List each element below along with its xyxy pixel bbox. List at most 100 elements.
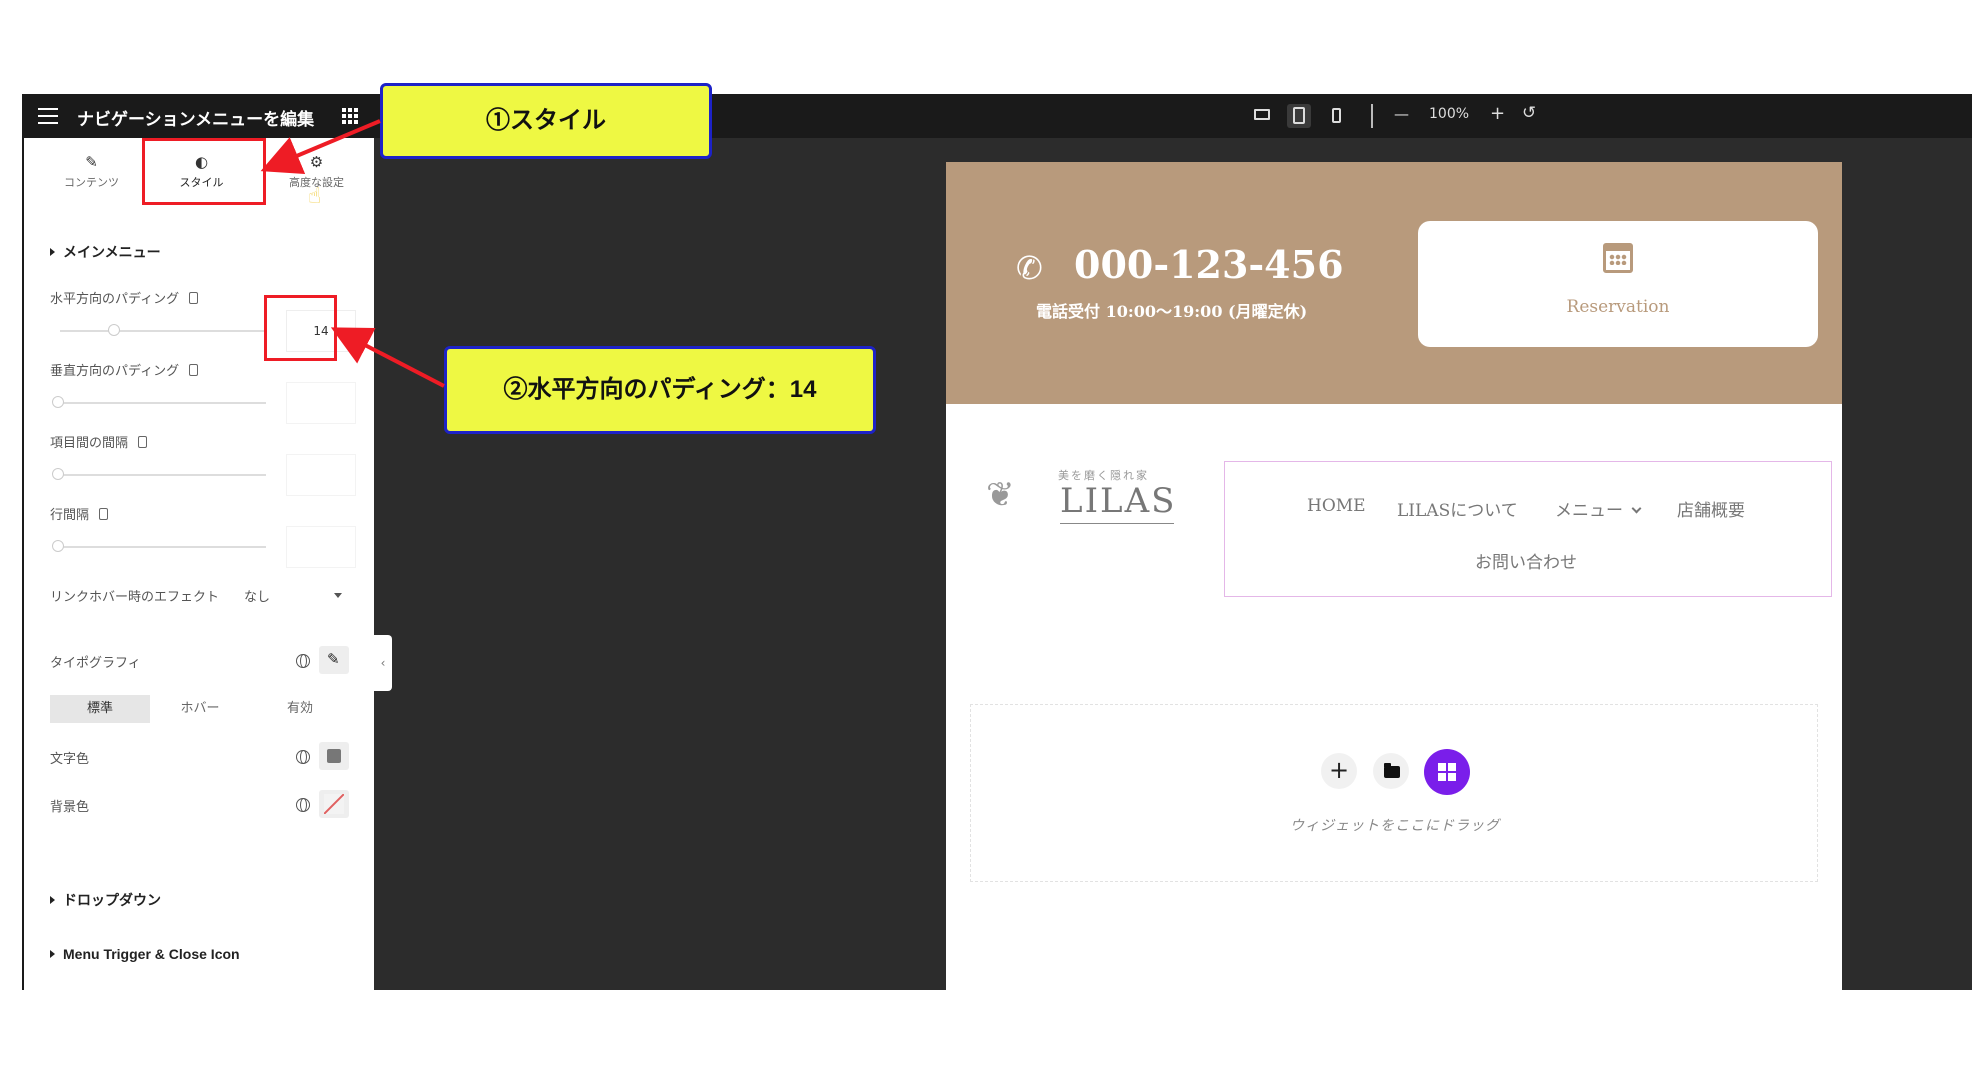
section-title: ドロップダウン	[63, 893, 161, 909]
gear-icon: ⚙	[309, 153, 324, 171]
tablet-view-button[interactable]	[1287, 104, 1311, 128]
hover-effect-label: リンクホバー時のエフェクト	[50, 590, 220, 605]
callout-style: ①スタイル	[380, 83, 712, 159]
nav-item-label: メニュー	[1555, 501, 1623, 521]
slider-handle[interactable]	[107, 324, 120, 336]
item-spacing-slider[interactable]	[60, 474, 266, 476]
logo-underline	[1060, 523, 1174, 524]
tab-content[interactable]: ✎ コンテンツ	[34, 138, 149, 198]
typography-edit-button[interactable]: ✎	[319, 646, 349, 674]
nav-item-menu[interactable]: メニュー	[1555, 496, 1642, 521]
global-color-icon[interactable]	[296, 750, 310, 764]
folder-icon[interactable]	[1373, 753, 1409, 789]
editor-topbar: ナビゲーションメニューを編集 — 100% + ↺	[22, 94, 1972, 138]
reservation-label: Reservation	[1566, 297, 1670, 317]
state-tabs: 標準 ホバー 有効	[50, 695, 350, 723]
hamburger-menu-icon[interactable]	[38, 108, 58, 124]
reset-zoom-icon[interactable]: ↺	[1522, 103, 1536, 123]
vertical-padding-slider[interactable]	[60, 402, 266, 404]
hover-effect-select[interactable]: なし	[244, 586, 270, 605]
label-text: 項目間の間隔	[50, 436, 129, 451]
template-library-button[interactable]	[1424, 749, 1470, 795]
global-style-icon[interactable]	[296, 654, 310, 668]
section-title: Menu Trigger & Close Icon	[63, 946, 240, 962]
horizontal-padding-slider[interactable]	[60, 330, 266, 332]
phone-icon: ✆	[1016, 249, 1043, 287]
color-swatch	[327, 749, 341, 763]
section-main-menu[interactable]: メインメニュー	[50, 242, 161, 262]
phone-hours: 電話受付 10:00〜19:00 (月曜定休)	[1036, 302, 1308, 321]
widget-drop-zone[interactable]: + ウィジェットをここにドラッグ	[970, 704, 1818, 882]
tablet-icon	[1293, 107, 1305, 124]
reservation-button[interactable]: Reservation	[1418, 221, 1818, 347]
site-header[interactable]: ✆ 000-123-456 電話受付 10:00〜19:00 (月曜定休) Re…	[946, 162, 1842, 404]
hand-cursor-icon: ☝	[308, 184, 322, 209]
mobile-view-button[interactable]	[1324, 104, 1348, 128]
add-section-button[interactable]: +	[1321, 753, 1357, 789]
vertical-padding-label: 垂直方向のパディング	[50, 360, 199, 379]
bg-color-picker[interactable]	[319, 790, 349, 818]
state-tab-normal[interactable]: 標準	[50, 695, 150, 723]
item-spacing-input[interactable]	[286, 454, 356, 496]
preview-page: ✆ 000-123-456 電話受付 10:00〜19:00 (月曜定休) Re…	[946, 162, 1842, 990]
slider-handle[interactable]	[52, 540, 64, 552]
caret-icon	[50, 950, 55, 958]
widgets-grid-icon[interactable]	[342, 108, 358, 124]
section-menu-trigger[interactable]: Menu Trigger & Close Icon	[50, 946, 240, 962]
slider-handle[interactable]	[52, 468, 64, 480]
toolbar-divider	[1371, 104, 1373, 128]
line-spacing-slider[interactable]	[60, 546, 266, 548]
state-tab-hover[interactable]: ホバー	[150, 695, 250, 723]
text-color-label: 文字色	[50, 752, 90, 767]
label-text: 水平方向のパディング	[50, 292, 180, 307]
logo-name: LILAS	[1060, 481, 1177, 521]
responsive-device-icon[interactable]	[138, 436, 148, 448]
panel-title: ナビゲーションメニューを編集	[77, 110, 315, 130]
zoom-level: 100%	[1429, 106, 1470, 122]
chevron-down-icon[interactable]	[334, 593, 342, 598]
site-logo[interactable]: ❦ 美を磨く隠れ家 LILAS	[986, 467, 1176, 527]
nav-item-home[interactable]: HOME	[1307, 496, 1366, 516]
desktop-view-button[interactable]	[1250, 104, 1274, 128]
nav-menu-widget[interactable]: HOME LILASについて メニュー 店舗概要 お問い合わせ	[1224, 461, 1832, 597]
line-spacing-input[interactable]	[286, 526, 356, 568]
slider-handle[interactable]	[52, 396, 64, 408]
highlight-style-tab	[142, 138, 266, 205]
pencil-icon: ✎	[327, 650, 340, 668]
highlight-padding-input	[264, 295, 337, 361]
typography-label: タイポグラフィ	[50, 656, 141, 671]
global-color-icon[interactable]	[296, 798, 310, 812]
tab-label: コンテンツ	[64, 176, 119, 189]
calendar-icon	[1603, 243, 1633, 273]
preview-canvas: ✆ 000-123-456 電話受付 10:00〜19:00 (月曜定休) Re…	[374, 138, 1972, 990]
nav-item-store[interactable]: 店舗概要	[1677, 496, 1745, 521]
nav-item-about[interactable]: LILASについて	[1397, 496, 1518, 521]
leaf-branch-icon: ❦	[986, 475, 1015, 515]
zoom-in-button[interactable]: +	[1490, 103, 1505, 124]
nav-item-contact[interactable]: お問い合わせ	[1475, 548, 1577, 573]
pencil-icon: ✎	[85, 153, 98, 171]
responsive-device-icon[interactable]	[99, 508, 109, 520]
section-title: メインメニュー	[63, 245, 161, 261]
callout-padding: ②水平方向のパディング：14	[444, 346, 876, 434]
bg-color-label: 背景色	[50, 800, 90, 815]
responsive-device-icon[interactable]	[189, 364, 199, 376]
caret-icon	[50, 248, 55, 256]
section-dropdown[interactable]: ドロップダウン	[50, 890, 161, 910]
collapse-panel-button[interactable]: ‹	[374, 635, 392, 691]
no-color-swatch	[324, 794, 344, 814]
label-text: 垂直方向のパディング	[50, 364, 180, 379]
editor-sidebar: ✎ コンテンツ ◐ スタイル ⚙ 高度な設定 メインメニュー 水平方向のパディン…	[22, 138, 374, 990]
line-spacing-label: 行間隔	[50, 504, 109, 523]
desktop-icon	[1254, 109, 1270, 120]
zoom-out-button[interactable]: —	[1394, 105, 1409, 123]
phone-number: 000-123-456	[1074, 242, 1344, 287]
text-color-picker[interactable]	[319, 742, 349, 770]
vertical-padding-input[interactable]	[286, 382, 356, 424]
caret-icon	[50, 896, 55, 904]
responsive-device-icon[interactable]	[189, 292, 199, 304]
state-tab-active[interactable]: 有効	[250, 695, 350, 723]
chevron-down-icon	[1631, 503, 1642, 514]
label-text: 行間隔	[50, 508, 90, 523]
drop-hint: ウィジェットをここにドラッグ	[1290, 818, 1500, 834]
